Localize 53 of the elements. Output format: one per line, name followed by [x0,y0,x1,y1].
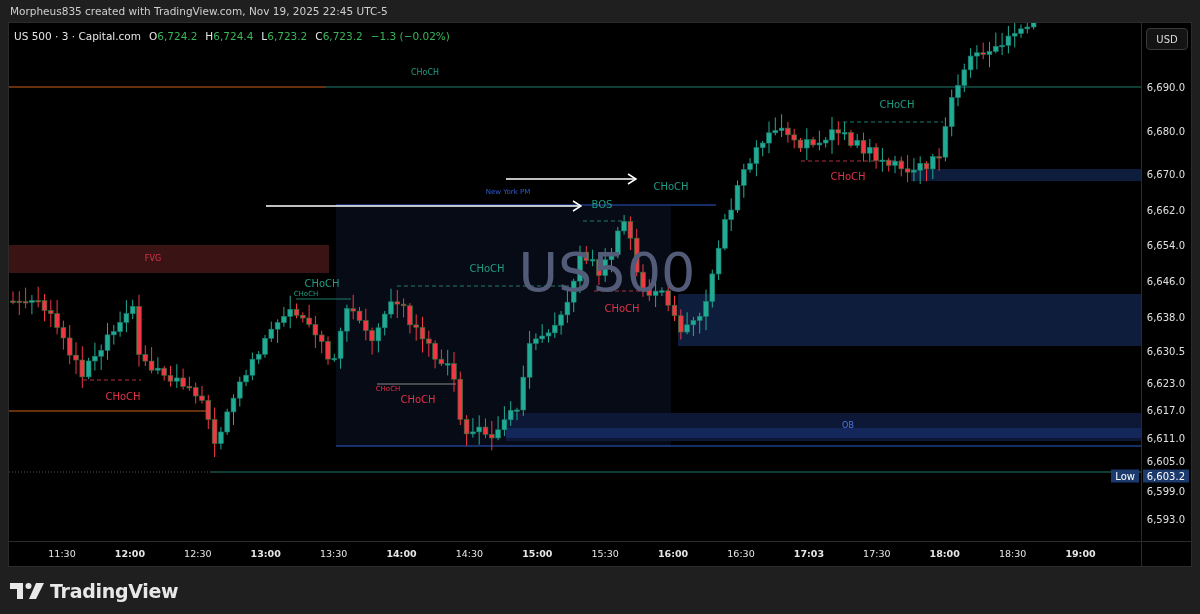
price-tick: 6,638.0 [1146,311,1185,323]
time-tick: 18:30 [998,548,1027,559]
time-tick: 15:30 [591,548,619,559]
price-tick: 6,654.0 [1146,239,1185,251]
time-tick: 13:00 [250,548,281,559]
brand-name: TradingView [50,579,179,602]
ohlc-value: C6,723.2 [315,30,363,42]
ohlc-value: H6,724.4 [205,30,254,42]
price-tick: 6,617.0 [1146,404,1185,416]
structure-label: CHoCH [604,304,640,314]
price-tick: 6,690.0 [1146,81,1185,93]
symbol-title[interactable]: US 500 · 3 · Capital.com [14,30,141,42]
price-tick: 6,623.0 [1146,377,1185,389]
price-tick: 6,680.0 [1146,125,1185,137]
time-tick: 14:30 [455,548,484,559]
time-tick: 16:00 [657,548,689,559]
time-tick: 18:00 [929,548,960,559]
structure-label: CHoCH [653,182,689,192]
time-tick: 17:03 [793,548,824,559]
price-tick: 6,605.0 [1146,455,1185,467]
time-tick: 17:30 [863,548,891,559]
currency-button[interactable]: USD [1146,28,1188,50]
structure-label: CHoCH [879,100,915,110]
low-price-tag: 6,603.2 [1142,469,1189,483]
time-tick: 12:30 [184,548,212,559]
structure-label: CHoCH [469,264,505,274]
price-tick: 6,662.0 [1146,204,1185,216]
price-tick: 6,593.0 [1146,513,1185,525]
tradingview-logo-icon [10,582,44,599]
time-tick: 11:30 [48,548,76,559]
order-block-label: OB [842,422,854,430]
fvg-label: FVG [144,255,162,263]
structure-label: CHoCH [304,279,340,289]
structure-label: CHoCH [105,392,141,402]
price-tick: 6,630.5 [1146,345,1185,357]
time-tick: 13:30 [319,548,348,559]
ohlc-value: O6,724.2 [149,30,198,42]
price-change: −1.3 (−0.02%) [370,30,450,42]
price-tick: 6,599.0 [1146,485,1185,497]
time-tick: 16:30 [727,548,755,559]
price-tick: 6,670.0 [1146,168,1185,180]
time-tick: 15:00 [522,548,553,559]
time-tick: 19:00 [1065,548,1096,559]
time-tick: 14:00 [386,548,417,559]
attribution-text: Morpheus835 created with TradingView.com, Nov 19, 2025 22:45 UTC-5 [9,4,389,19]
structure-label: CHoCH [410,69,440,77]
price-tick: 6,646.0 [1146,275,1185,287]
time-tick: 12:00 [114,548,145,559]
price-tick: 6,611.0 [1146,432,1185,444]
ohlc-value: L6,723.2 [261,30,308,42]
structure-label: CHoCH [830,172,866,182]
low-label: Low [1111,469,1139,483]
structure-label: CHoCH [400,395,436,405]
